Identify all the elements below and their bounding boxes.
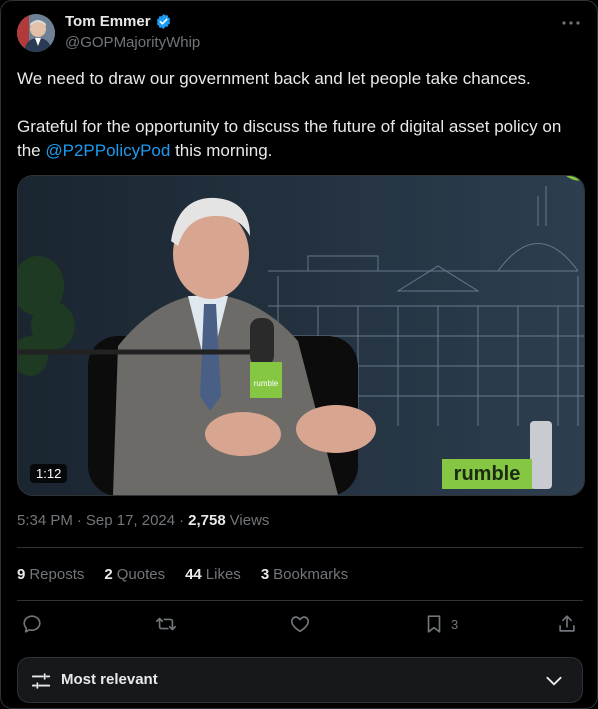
video-duration: 1:12	[30, 464, 68, 483]
repost-icon	[156, 617, 176, 631]
divider	[17, 600, 583, 601]
like-button[interactable]	[289, 613, 311, 635]
action-bar: 3	[17, 611, 583, 639]
quotes-stat[interactable]: 2 Quotes	[104, 566, 165, 583]
share-icon	[559, 615, 575, 632]
tweet-line-2-suffix: this morning.	[170, 141, 273, 160]
tweet-card: Tom Emmer @GOPMajorityWhip We need to dr…	[0, 0, 598, 709]
bookmark-icon	[427, 615, 441, 633]
desk-sign-text: rumble	[454, 463, 521, 485]
reply-icon	[23, 615, 41, 633]
video-thumbnail: rumble rumble	[18, 176, 584, 495]
chevron-down-icon	[544, 671, 564, 696]
display-name[interactable]: Tom Emmer	[65, 13, 151, 30]
views-label: Views	[229, 512, 270, 529]
tweet-line-1: We need to draw our government back and …	[17, 69, 531, 88]
meta-separator: ·	[76, 512, 82, 529]
tweet-line-2: Grateful for the opportunity to discuss …	[17, 115, 577, 163]
bookmark-button[interactable]: 3	[423, 613, 458, 635]
mic-flag-text: rumble	[254, 379, 279, 388]
reposts-stat[interactable]: 9 Reposts	[17, 566, 84, 583]
avatar[interactable]	[17, 14, 55, 52]
tweet-time[interactable]: 5:34 PM	[17, 512, 73, 529]
filter-sliders-icon	[30, 670, 52, 697]
divider	[17, 547, 583, 548]
likes-stat[interactable]: 44 Likes	[185, 566, 241, 583]
share-button[interactable]	[556, 613, 578, 635]
video-player[interactable]: rumble rumble 1:12	[17, 175, 585, 496]
engagement-stats: 9 Reposts 2 Quotes 44 Likes 3 Bookmarks	[17, 566, 348, 583]
reply-sort-dropdown[interactable]: Most relevant	[17, 657, 583, 703]
verified-badge-icon	[155, 13, 172, 30]
views-count: 2,758	[188, 512, 226, 529]
tweet-text: We need to draw our government back and …	[17, 67, 577, 163]
repost-button[interactable]	[155, 613, 177, 635]
bookmarks-stat[interactable]: 3 Bookmarks	[261, 566, 348, 583]
more-options-icon[interactable]	[561, 13, 581, 33]
mention-link[interactable]: @P2PPolicyPod	[45, 141, 170, 160]
meta-separator: ·	[179, 512, 185, 529]
tweet-date[interactable]: Sep 17, 2024	[86, 512, 175, 529]
author-handle[interactable]: @GOPMajorityWhip	[65, 34, 200, 51]
bookmark-count: 3	[451, 616, 459, 632]
reply-button[interactable]	[21, 613, 43, 635]
tweet-meta: 5:34 PM · Sep 17, 2024 · 2,758 Views	[17, 512, 269, 529]
heart-icon	[290, 616, 310, 633]
sort-label: Most relevant	[61, 671, 158, 688]
